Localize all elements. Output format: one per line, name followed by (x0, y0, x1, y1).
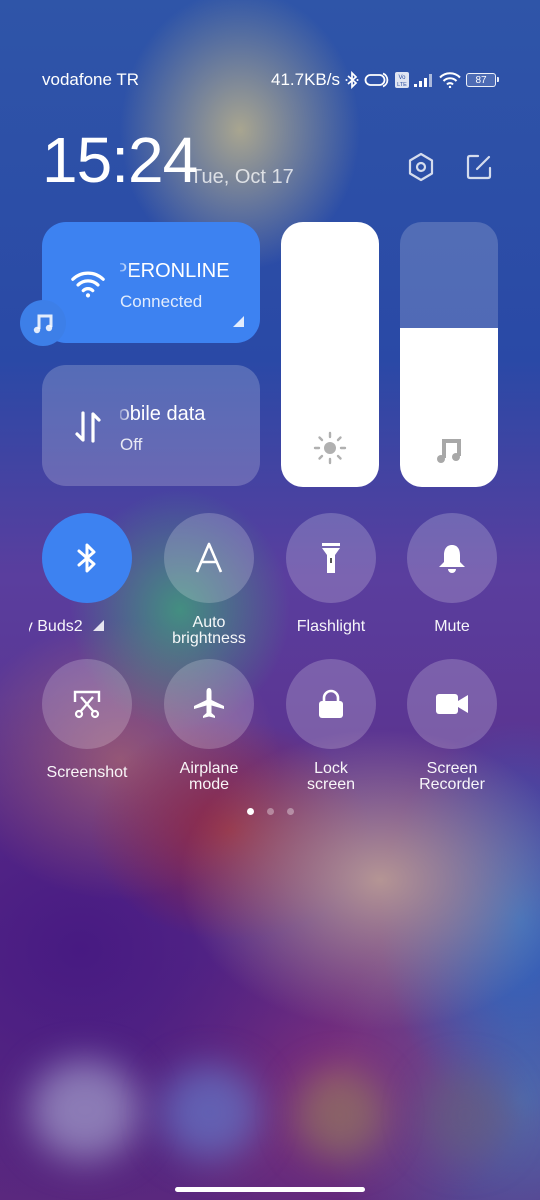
mute-label: Mute (434, 618, 470, 635)
data-arrows-icon (70, 409, 106, 445)
header: 15:24 Tue, Oct 17 (42, 128, 496, 198)
mobile-data-status: Off (120, 435, 143, 454)
page-indicator (0, 808, 540, 815)
blurred-dock-icon (30, 1060, 140, 1160)
wifi-network-name: PERONLINE (120, 260, 246, 283)
auto-brightness-toggle-button[interactable] (164, 513, 254, 603)
toggle-bluetooth[interactable]: Galaxy Buds2 (27, 513, 147, 635)
blurred-dock-icon (295, 1070, 385, 1160)
flashlight-icon (322, 543, 340, 573)
settings-icon (408, 152, 434, 182)
svg-text:LTE: LTE (397, 82, 407, 88)
blurred-dock-icon (160, 1065, 260, 1160)
screenshot-toggle-button[interactable] (42, 659, 132, 749)
home-indicator[interactable] (175, 1187, 365, 1192)
volte-icon: Vo LTE (395, 72, 409, 88)
mute-toggle-button[interactable] (407, 513, 497, 603)
mobile-data-tile[interactable]: Mobile data Off (42, 365, 260, 486)
screenshot-icon (73, 690, 101, 719)
network-speed: 41.7KB/s (271, 70, 340, 89)
bluetooth-device-label-text: Galaxy Buds2 (29, 619, 83, 635)
date-label: Tue, Oct 17 (190, 166, 294, 188)
screen-recorder-toggle-button[interactable] (407, 659, 497, 749)
auto-brightness-label: Auto brightness (172, 614, 246, 647)
music-note-icon (33, 314, 53, 334)
sun-icon (281, 431, 379, 465)
battery-percent: 87 (475, 74, 487, 86)
screenshot-label: Screenshot (46, 764, 128, 781)
music-note-icon (400, 435, 498, 465)
auto-brightness-icon (195, 542, 223, 573)
toggle-mute[interactable]: Mute (392, 513, 512, 635)
wifi-network-name-text: PERONLINE (120, 260, 230, 282)
blurred-dock-icon (420, 1070, 510, 1160)
page-dot[interactable] (286, 808, 294, 815)
clock-time: 15:24 (42, 124, 198, 196)
mobile-data-title-text: Mobile data (120, 403, 206, 425)
toggle-flashlight[interactable]: Flashlight (271, 513, 391, 635)
bluetooth-toggle-button[interactable] (42, 513, 132, 603)
wifi-status: Connected (120, 292, 203, 311)
edit-icon (466, 154, 492, 180)
bluetooth-device-label: Galaxy Buds2 (29, 619, 139, 635)
screen-recorder-label: Screen Recorder (419, 760, 485, 793)
mobile-data-title: Mobile data (120, 403, 246, 426)
bluetooth-icon (345, 71, 359, 89)
lock-screen-toggle-button[interactable] (286, 659, 376, 749)
wifi-icon (70, 266, 106, 302)
toggle-lock-screen[interactable]: Lock screen (271, 659, 391, 793)
lock-icon (319, 689, 343, 718)
airplane-mode-label: Airplane mode (179, 760, 239, 793)
svg-text:Vo: Vo (398, 75, 406, 81)
bluetooth-expand-indicator[interactable] (93, 620, 105, 631)
toggle-screen-recorder[interactable]: Screen Recorder (392, 659, 512, 793)
status-icons: 41.7KB/s Vo LTE 87 (271, 70, 499, 90)
toggle-screenshot[interactable]: Screenshot (27, 659, 147, 781)
flashlight-label: Flashlight (296, 618, 366, 635)
wifi-tile[interactable]: PERONLINE Connected (42, 222, 260, 343)
airplane-icon (194, 688, 224, 718)
toggle-airplane-mode[interactable]: Airplane mode (149, 659, 269, 793)
video-camera-icon (436, 694, 468, 714)
edit-button[interactable] (464, 152, 494, 182)
brightness-slider[interactable] (281, 222, 379, 487)
settings-button[interactable] (406, 152, 436, 182)
airplane-toggle-button[interactable] (164, 659, 254, 749)
lock-screen-label: Lock screen (306, 760, 356, 793)
carrier-name: vodafone TR (42, 70, 140, 89)
status-bar: vodafone TR 41.7KB/s Vo LTE 87 (42, 66, 499, 94)
wifi-expand-indicator[interactable] (233, 316, 244, 327)
bluetooth-icon (77, 543, 96, 573)
page-dot[interactable] (246, 808, 254, 815)
bell-icon (439, 545, 465, 573)
page-dot[interactable] (266, 808, 274, 815)
floating-media-button[interactable] (20, 300, 66, 346)
cell-signal-icon (414, 73, 434, 87)
wifi-icon (439, 72, 461, 88)
toggle-auto-brightness[interactable]: Auto brightness (149, 513, 269, 647)
volume-slider[interactable] (400, 222, 498, 487)
hotspot-link-icon (364, 72, 390, 88)
battery-indicator: 87 (466, 73, 499, 87)
flashlight-toggle-button[interactable] (286, 513, 376, 603)
